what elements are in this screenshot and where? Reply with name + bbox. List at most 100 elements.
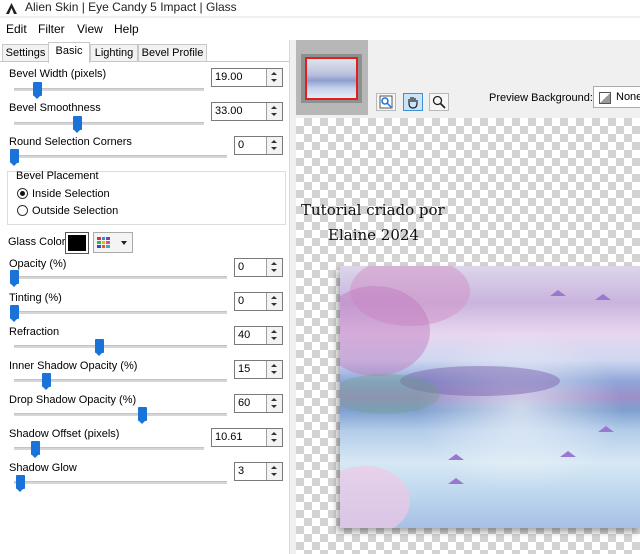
round-corners-field[interactable]: 0 (234, 136, 283, 155)
drop-shadow-field[interactable]: 60 (234, 394, 283, 413)
tab-settings[interactable]: Settings (2, 44, 49, 62)
zoom-fit-button[interactable] (376, 93, 396, 111)
spin-up-icon[interactable] (271, 140, 277, 143)
spin-up-icon[interactable] (271, 364, 277, 367)
bevel-smoothness-track[interactable] (14, 122, 204, 125)
refraction-field[interactable]: 40 (234, 326, 283, 345)
spin-down-icon[interactable] (271, 269, 277, 272)
spin-up-icon[interactable] (271, 432, 277, 435)
shadow-offset-spinner[interactable] (266, 429, 282, 446)
butterfly-icon (560, 451, 576, 457)
opacity-spinner[interactable] (266, 259, 282, 276)
tinting-slider-thumb[interactable] (10, 305, 19, 322)
tinting-spinner[interactable] (266, 293, 282, 310)
inner-shadow-field[interactable]: 15 (234, 360, 283, 379)
bevel-width-field[interactable]: 19.00 (211, 68, 283, 87)
outside-selection-label[interactable]: Outside Selection (32, 205, 118, 217)
round-corners-slider-thumb[interactable] (10, 149, 19, 166)
shadow-offset-label: Shadow Offset (pixels) (9, 428, 120, 440)
zoom-tool-button[interactable] (429, 93, 449, 111)
menu-filter[interactable]: Filter (38, 22, 65, 36)
menu-edit[interactable]: Edit (6, 22, 27, 36)
opacity-field[interactable]: 0 (234, 258, 283, 277)
title-bar: Alien Skin | Eye Candy 5 Impact | Glass (0, 0, 640, 16)
spin-up-icon[interactable] (271, 72, 277, 75)
tab-bevel-profile[interactable]: Bevel Profile (138, 44, 207, 62)
spin-up-icon[interactable] (271, 330, 277, 333)
menu-view[interactable]: View (77, 22, 103, 36)
refraction-slider-thumb[interactable] (95, 339, 105, 356)
tab-basic[interactable]: Basic (48, 42, 90, 63)
window-title: Alien Skin | Eye Candy 5 Impact | Glass (25, 0, 237, 14)
shadow-offset-field[interactable]: 10.61 (211, 428, 283, 447)
bevel-width-track[interactable] (14, 88, 204, 91)
bevel-smoothness-field[interactable]: 33.00 (211, 102, 283, 121)
outside-selection-radio[interactable] (17, 205, 28, 216)
spin-up-icon[interactable] (271, 262, 277, 265)
inner-shadow-value: 15 (238, 363, 251, 375)
shadow-offset-track[interactable] (14, 447, 204, 450)
shadow-glow-slider-thumb[interactable] (16, 475, 26, 492)
hand-icon (408, 97, 418, 109)
inside-selection-radio[interactable] (17, 188, 28, 199)
color-picker-button[interactable] (93, 232, 133, 253)
bevel-smoothness-slider-thumb[interactable] (72, 116, 82, 133)
spin-down-icon[interactable] (271, 439, 277, 442)
navigator-viewport[interactable] (305, 57, 358, 100)
tinting-track[interactable] (14, 311, 227, 314)
bevel-width-value: 19.00 (215, 71, 243, 83)
shadow-glow-field[interactable]: 3 (234, 462, 283, 481)
round-corners-value: 0 (238, 139, 245, 151)
butterfly-icon (595, 294, 611, 300)
shadow-glow-value: 3 (238, 465, 245, 477)
opacity-slider-thumb[interactable] (10, 270, 19, 287)
round-corners-label: Round Selection Corners (9, 136, 132, 148)
inner-shadow-slider-thumb[interactable] (41, 373, 51, 390)
drop-shadow-slider-thumb[interactable] (137, 407, 147, 424)
zoom-icon (379, 95, 393, 109)
spin-down-icon[interactable] (271, 79, 277, 82)
butterfly-icon (550, 290, 566, 296)
tinting-field[interactable]: 0 (234, 292, 283, 311)
tinting-value: 0 (238, 295, 245, 307)
round-corners-spinner[interactable] (266, 137, 282, 154)
spin-down-icon[interactable] (271, 337, 277, 340)
preview-background-value: None (616, 91, 640, 103)
chevron-down-icon (121, 241, 127, 245)
drop-shadow-track[interactable] (14, 413, 227, 416)
menu-help[interactable]: Help (114, 22, 139, 36)
spin-up-icon[interactable] (271, 296, 277, 299)
shadow-offset-slider-thumb[interactable] (30, 441, 40, 458)
spin-up-icon[interactable] (271, 398, 277, 401)
glass-color-label: Glass Color (8, 236, 66, 248)
drop-shadow-spinner[interactable] (266, 395, 282, 412)
butterfly-icon (448, 478, 464, 484)
spin-up-icon[interactable] (271, 466, 277, 469)
bevel-width-spinner[interactable] (266, 69, 282, 86)
inside-selection-label[interactable]: Inside Selection (32, 188, 110, 200)
spin-down-icon[interactable] (271, 473, 277, 476)
preview-background-select[interactable]: None (593, 86, 640, 108)
shadow-glow-spinner[interactable] (266, 463, 282, 480)
spin-down-icon[interactable] (271, 303, 277, 306)
refraction-label: Refraction (9, 326, 60, 338)
bevel-width-slider-thumb[interactable] (32, 82, 42, 99)
preview-background-label: Preview Background: (489, 92, 593, 104)
refraction-track[interactable] (14, 345, 227, 348)
spin-down-icon[interactable] (271, 113, 277, 116)
tab-lighting[interactable]: Lighting (90, 44, 138, 62)
inner-shadow-spinner[interactable] (266, 361, 282, 378)
opacity-track[interactable] (14, 276, 227, 279)
hand-tool-button[interactable] (403, 93, 423, 111)
spin-down-icon[interactable] (271, 405, 277, 408)
spin-up-icon[interactable] (271, 106, 277, 109)
bevel-smoothness-spinner[interactable] (266, 103, 282, 120)
bevel-width-label: Bevel Width (pixels) (9, 68, 107, 80)
shadow-glow-track[interactable] (14, 481, 227, 484)
spin-down-icon[interactable] (271, 371, 277, 374)
spin-down-icon[interactable] (271, 147, 277, 150)
refraction-spinner[interactable] (266, 327, 282, 344)
round-corners-track[interactable] (14, 155, 227, 158)
opacity-value: 0 (238, 261, 245, 273)
glass-color-swatch[interactable] (65, 232, 89, 254)
